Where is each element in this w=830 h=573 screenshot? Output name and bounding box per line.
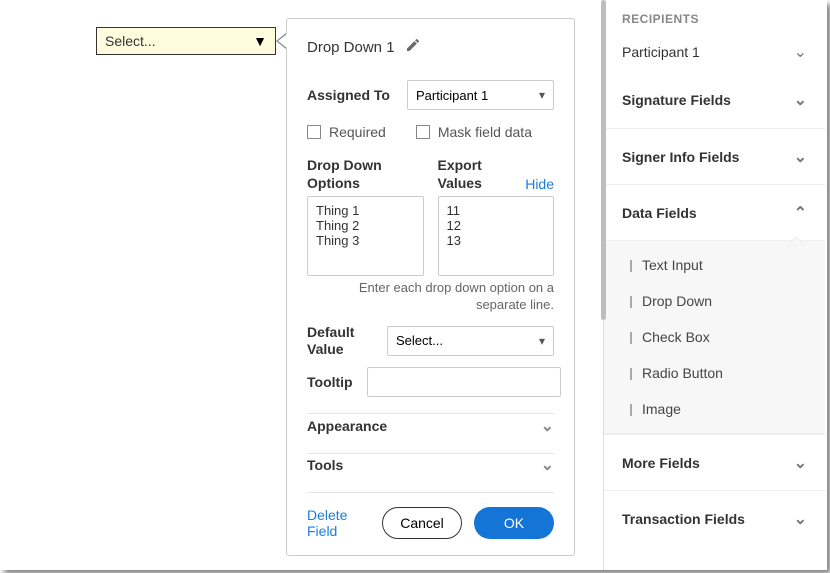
drag-handle-icon <box>630 296 632 306</box>
app-canvas: Select... ▼ Drop Down 1 Assigned To Part… <box>0 0 827 570</box>
export-textarea[interactable]: 11 12 13 <box>438 196 555 276</box>
drag-handle-icon <box>630 404 632 414</box>
options-hint: Enter each drop down option on a separat… <box>307 280 554 314</box>
field-type-label: Text Input <box>642 257 703 273</box>
required-checkbox[interactable]: Required <box>307 124 386 140</box>
mask-label: Mask field data <box>438 124 532 140</box>
field-type-radio-button[interactable]: Radio Button <box>604 355 825 391</box>
section-more-fields[interactable]: More Fields ⌄ <box>604 434 825 490</box>
tools-label: Tools <box>307 457 343 473</box>
field-type-label: Image <box>642 401 681 417</box>
default-value-select[interactable]: Select... <box>387 326 554 356</box>
chevron-down-icon: ⌄ <box>794 42 807 62</box>
data-fields-panel: Text Input Drop Down Check Box Radio But… <box>604 240 825 434</box>
required-label: Required <box>329 124 386 140</box>
assigned-to-label: Assigned To <box>307 87 407 103</box>
chevron-down-icon: ⌄ <box>794 147 807 167</box>
chevron-down-icon: ⌄ <box>794 90 807 110</box>
tooltip-label: Tooltip <box>307 374 353 391</box>
field-type-label: Drop Down <box>642 293 712 309</box>
tooltip-input[interactable] <box>367 367 561 397</box>
options-textarea[interactable]: Thing 1 Thing 2 Thing 3 <box>307 196 424 276</box>
dropdown-placeholder: Select... <box>105 33 156 49</box>
section-signature-fields[interactable]: Signature Fields ⌄ <box>604 72 825 128</box>
hide-export-link[interactable]: Hide <box>525 176 554 192</box>
section-label: Signer Info Fields <box>622 149 739 165</box>
drag-handle-icon <box>630 260 632 270</box>
field-properties-popover: Drop Down 1 Assigned To Participant 1 Re… <box>286 18 575 556</box>
section-label: Transaction Fields <box>622 511 745 527</box>
field-title: Drop Down 1 <box>307 39 395 56</box>
section-transaction-fields[interactable]: Transaction Fields ⌄ <box>604 490 825 546</box>
drag-handle-icon <box>630 368 632 378</box>
assigned-to-value: Participant 1 <box>416 88 488 103</box>
field-type-text-input[interactable]: Text Input <box>604 247 825 283</box>
tools-accordion[interactable]: Tools ⌄ <box>307 454 554 476</box>
section-label: Data Fields <box>622 205 697 221</box>
delete-field-link[interactable]: Delete Field <box>307 507 370 539</box>
caret-down-icon: ▼ <box>253 33 267 49</box>
section-signer-info-fields[interactable]: Signer Info Fields ⌄ <box>604 128 825 184</box>
assigned-to-select[interactable]: Participant 1 <box>407 80 554 110</box>
mask-checkbox[interactable]: Mask field data <box>416 124 532 140</box>
appearance-label: Appearance <box>307 418 387 434</box>
recipient-selector[interactable]: Participant 1 ⌄ <box>604 32 825 72</box>
field-type-drop-down[interactable]: Drop Down <box>604 283 825 319</box>
dropdown-form-field[interactable]: Select... ▼ <box>96 27 276 55</box>
cancel-button[interactable]: Cancel <box>382 507 462 539</box>
recipient-value: Participant 1 <box>622 44 700 60</box>
section-label: Signature Fields <box>622 92 731 108</box>
field-type-image[interactable]: Image <box>604 391 825 427</box>
field-type-check-box[interactable]: Check Box <box>604 319 825 355</box>
chevron-up-icon: ⌃ <box>794 203 807 223</box>
chevron-down-icon: ⌄ <box>794 509 807 529</box>
drag-handle-icon <box>630 332 632 342</box>
checkbox-icon <box>416 125 430 139</box>
right-sidebar: RECIPIENTS Participant 1 ⌄ Signature Fie… <box>603 0 825 570</box>
section-label: More Fields <box>622 455 700 471</box>
chevron-down-icon: ⌄ <box>794 453 807 473</box>
checkbox-icon <box>307 125 321 139</box>
field-type-label: Radio Button <box>642 365 723 381</box>
default-value-value: Select... <box>396 333 443 348</box>
popover-pointer-fill <box>278 34 287 48</box>
field-type-label: Check Box <box>642 329 710 345</box>
section-data-fields[interactable]: Data Fields ⌃ <box>604 184 825 240</box>
export-title: Export Values <box>438 157 526 192</box>
scrollbar-thumb[interactable] <box>601 0 606 320</box>
appearance-accordion[interactable]: Appearance ⌄ <box>307 414 554 436</box>
options-title: Drop Down Options <box>307 157 424 192</box>
chevron-down-icon: ⌄ <box>541 416 554 436</box>
ok-button[interactable]: OK <box>474 507 554 539</box>
recipients-heading: RECIPIENTS <box>604 0 825 32</box>
default-value-label: Default Value <box>307 324 373 358</box>
edit-title-icon[interactable] <box>405 37 421 58</box>
chevron-down-icon: ⌄ <box>541 455 554 475</box>
